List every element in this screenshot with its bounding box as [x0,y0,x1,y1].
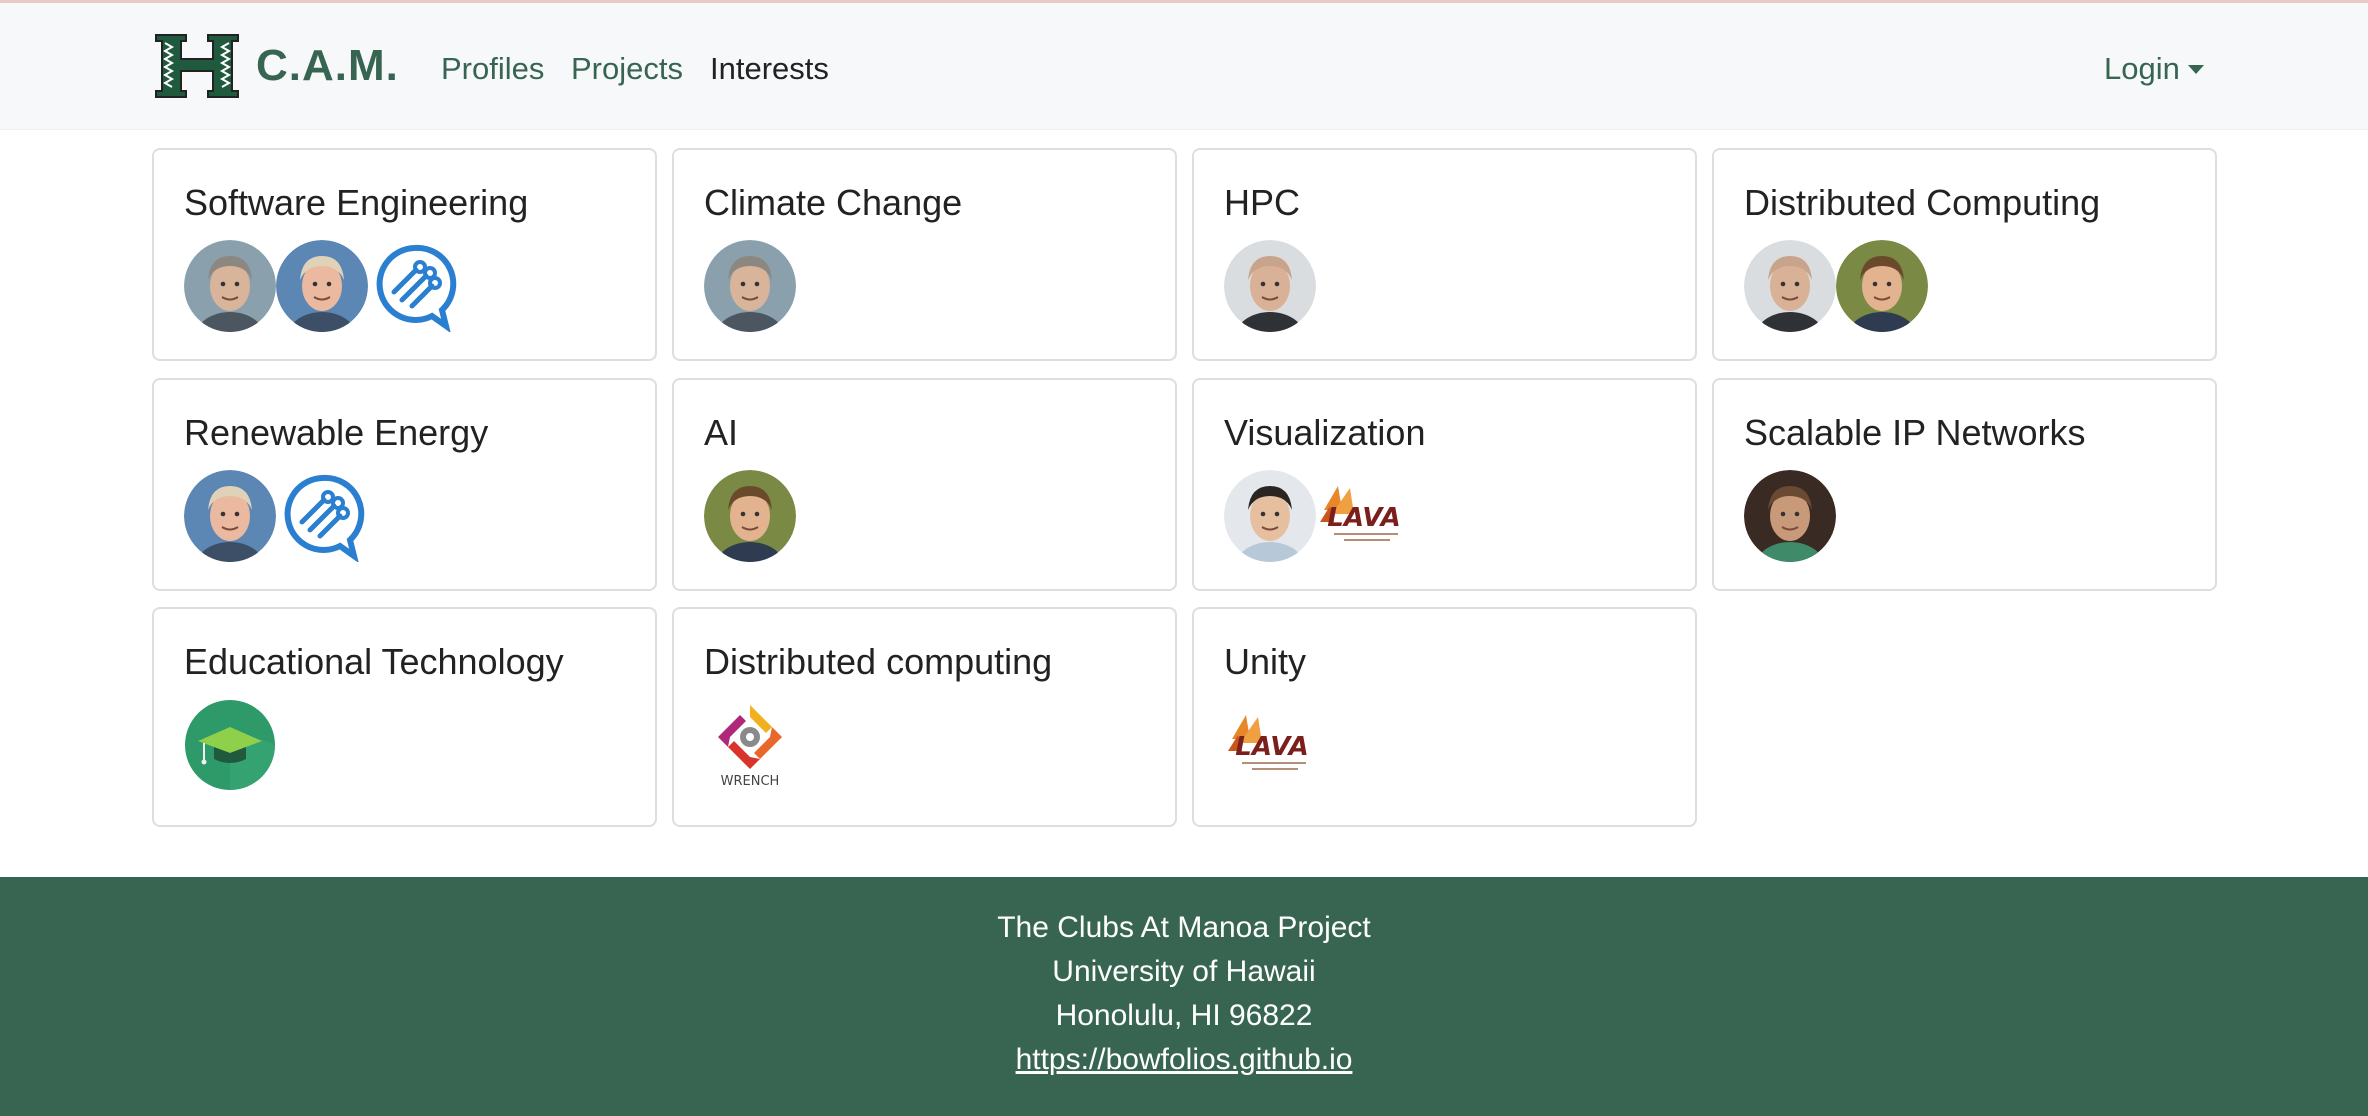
interest-card[interactable]: Distributed Computing [1712,148,2217,361]
footer-project-name: The Clubs At Manoa Project [997,911,1371,944]
footer-address: Honolulu, HI 96822 [1055,999,1313,1032]
svg-text:WRENCH: WRENCH [721,774,780,789]
interest-title: Distributed computing [704,641,1053,682]
avatar-man-sunglasses[interactable] [1836,240,1928,332]
svg-text:LAVA: LAVA [1235,732,1308,762]
interest-title: AI [704,412,739,453]
interest-title: Software Engineering [184,182,529,223]
lava-logo-icon[interactable]: LAVA [1316,470,1408,562]
interest-card[interactable]: Visualization LAVA [1192,378,1697,591]
interest-title: Educational Technology [184,641,564,682]
navbar: C.A.M. Profiles Projects Interests Login [0,3,2368,130]
interest-title: Unity [1224,641,1307,682]
svg-text:LAVA: LAVA [1327,503,1400,533]
avatar-man-smiling-blond[interactable] [184,470,276,562]
avatar-man-gray-hair[interactable] [184,240,276,332]
chat-circuit-logo-icon[interactable] [368,240,460,332]
interest-title: Visualization [1224,412,1426,453]
graduation-cap-logo-icon[interactable] [184,699,276,791]
brand-name: C.A.M. [256,41,399,90]
interest-card[interactable]: Climate Change [672,148,1177,361]
footer-website-link[interactable]: https://bowfolios.github.io [1016,1043,1353,1076]
login-label: Login [2104,51,2180,86]
avatar-man-sunglasses[interactable] [704,470,796,562]
caret-down-icon [2187,64,2204,74]
avatar-man-asian-smiling[interactable] [1224,470,1316,562]
interest-title: HPC [1224,182,1301,223]
avatar-man-bald-beard[interactable] [1744,240,1836,332]
interest-title: Renewable Energy [184,412,489,453]
lava-logo-icon[interactable]: LAVA [1224,699,1316,791]
nav-profiles[interactable]: Profiles [441,51,544,87]
uh-h-logo-icon [155,34,239,98]
brand-home-link[interactable]: C.A.M. [152,29,399,103]
footer: The Clubs At Manoa Project University of… [0,877,2368,1116]
wrench-logo-icon[interactable]: WRENCH [704,699,796,791]
interest-title: Climate Change [704,182,963,223]
interest-card[interactable]: Educational Technology [152,607,657,827]
interest-title: Distributed Computing [1744,182,2101,223]
avatar-man-smiling-blond[interactable] [276,240,368,332]
interest-card[interactable]: Distributed computing WRENCH [672,607,1177,827]
avatar-man-cowboy-hat[interactable] [1744,470,1836,562]
interest-card[interactable]: Unity LAVA [1192,607,1697,827]
chat-circuit-logo-icon[interactable] [276,470,368,562]
nav-interests[interactable]: Interests [710,51,829,87]
interest-card[interactable]: AI [672,378,1177,591]
interest-card[interactable]: Renewable Energy [152,378,657,591]
interest-title: Scalable IP Networks [1744,412,2086,453]
nav-projects[interactable]: Projects [571,51,683,87]
footer-university: University of Hawaii [1052,955,1316,988]
interest-card[interactable]: HPC [1192,148,1697,361]
login-dropdown[interactable]: Login [2104,51,2204,87]
avatar-man-bald-beard[interactable] [1224,240,1316,332]
avatar-man-gray-hair[interactable] [704,240,796,332]
interest-card[interactable]: Scalable IP Networks [1712,378,2217,591]
interest-card[interactable]: Software Engineering [152,148,657,361]
